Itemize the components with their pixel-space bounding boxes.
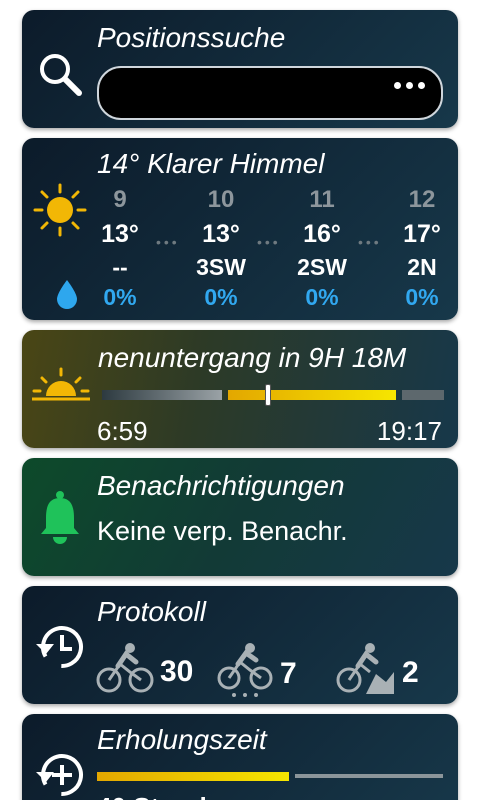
mountain-bike-icon <box>336 642 396 704</box>
forecast-temp: 17° <box>403 220 441 248</box>
position-search-input[interactable] <box>113 78 383 108</box>
position-search-title: Positionssuche <box>97 22 286 53</box>
forecast-precipitation: 0% <box>405 284 439 310</box>
cycling-count: 30 <box>160 655 194 688</box>
night-after-track <box>402 390 444 400</box>
recovery-progress-fill <box>97 772 289 781</box>
search-icon <box>34 48 86 105</box>
daylight-track <box>228 390 396 400</box>
forecast-separator: ••• <box>156 234 180 250</box>
recovery-time-value: 40 Stunden <box>97 792 237 800</box>
protocol-title: Protokoll <box>97 596 206 627</box>
sunrise-time: 6:59 <box>97 416 148 446</box>
sunset-icon <box>30 366 92 411</box>
forecast-wind: 2SW <box>297 254 347 280</box>
indoor-cycling-count: 7 <box>280 657 297 690</box>
forecast-wind: 2N <box>407 254 437 280</box>
recovery-title: Erholungszeit <box>97 724 267 755</box>
forecast-separator: ••• <box>358 234 382 250</box>
forecast-temp: 13° <box>101 220 139 248</box>
forecast-wind: 3SW <box>196 254 246 280</box>
notifications-status: Keine verp. Benachr. <box>97 516 348 546</box>
notifications-card[interactable]: Benachrichtigungen Keine verp. Benachr. <box>22 458 458 576</box>
bell-icon <box>38 490 82 551</box>
cycling-icon <box>96 642 154 702</box>
weather-title: 14° Klarer Himmel <box>97 148 325 179</box>
recovery-progress-remaining <box>295 774 443 778</box>
recovery-card[interactable]: Erholungszeit 40 Stunden <box>22 714 458 800</box>
forecast-hour: 10 <box>207 186 235 213</box>
sunset-time: 19:17 <box>376 416 442 446</box>
forecast-hour: 9 <box>113 186 127 213</box>
weather-card[interactable]: 14° Klarer Himmel 9 10 11 12 13° 13° 16°… <box>22 138 458 320</box>
mountain-bike-count-item[interactable]: 2 <box>336 642 419 704</box>
history-icon <box>32 622 88 677</box>
sunset-card[interactable]: nenuntergang in 9H 18M 6:59 19:17 <box>22 330 458 448</box>
forecast-precipitation: 0% <box>204 284 238 310</box>
notifications-title: Benachrichtigungen <box>97 470 345 501</box>
recovery-timer-icon <box>32 748 88 800</box>
forecast-hour: 12 <box>408 186 436 213</box>
forecast-precipitation: 0% <box>103 284 137 310</box>
current-time-marker <box>265 384 271 406</box>
mountain-bike-count: 2 <box>402 656 419 689</box>
forecast-precipitation: 0% <box>305 284 339 310</box>
night-before-track <box>102 390 222 400</box>
protocol-card[interactable]: Protokoll 30 7 2 <box>22 586 458 704</box>
forecast-separator: ••• <box>257 234 281 250</box>
position-search-field[interactable] <box>97 66 443 120</box>
position-search-card[interactable]: Positionssuche <box>22 10 458 128</box>
indoor-cycling-icon <box>216 642 274 704</box>
sunset-title: nenuntergang in 9H 18M <box>98 342 407 373</box>
forecast-wind: -- <box>112 254 128 280</box>
precipitation-drop-icon <box>54 278 80 315</box>
forecast-hour: 11 <box>309 186 335 213</box>
forecast-temp: 16° <box>303 220 341 248</box>
more-options-icon[interactable] <box>394 82 425 89</box>
indoor-cycling-count-item[interactable]: 7 <box>216 642 297 704</box>
forecast-temp: 13° <box>202 220 240 248</box>
cycling-count-item[interactable]: 30 <box>96 642 193 702</box>
